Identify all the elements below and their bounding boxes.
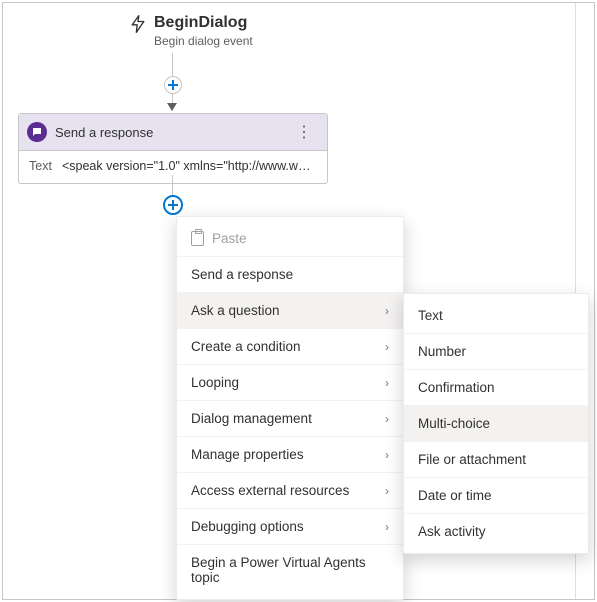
chevron-right-icon: ›: [385, 520, 389, 534]
submenu-item-multi-choice[interactable]: Multi-choice: [404, 406, 588, 442]
canvas-frame: BeginDialog Begin dialog event Send a re…: [2, 2, 595, 600]
node-more-button[interactable]: ⋮: [290, 120, 319, 144]
chevron-right-icon: ›: [385, 448, 389, 462]
menu-item-label: Looping: [191, 375, 239, 390]
arrow-icon: [167, 103, 177, 111]
add-node-button[interactable]: [164, 76, 182, 94]
paste-icon: [191, 231, 204, 246]
submenu-item-number[interactable]: Number: [404, 334, 588, 370]
plus-icon: [168, 80, 178, 90]
menu-item-label: Create a condition: [191, 339, 301, 354]
submenu-item-date-or-time[interactable]: Date or time: [404, 478, 588, 514]
submenu-item-file-or-attachment[interactable]: File or attachment: [404, 442, 588, 478]
menu-item-access-external-resources[interactable]: Access external resources ›: [177, 473, 403, 509]
send-response-node[interactable]: Send a response ⋮ Text <speak version="1…: [18, 113, 328, 184]
menu-item-label: Send a response: [191, 267, 293, 282]
node-body-label: Text: [29, 159, 52, 173]
menu-item-manage-properties[interactable]: Manage properties ›: [177, 437, 403, 473]
submenu-item-text[interactable]: Text: [404, 298, 588, 334]
chevron-right-icon: ›: [385, 304, 389, 318]
menu-item-label: Ask a question: [191, 303, 280, 318]
menu-item-debugging-options[interactable]: Debugging options ›: [177, 509, 403, 545]
lightning-icon: [128, 14, 148, 34]
node-body: Text <speak version="1.0" xmlns="http://…: [19, 151, 327, 183]
chevron-right-icon: ›: [385, 412, 389, 426]
menu-item-looping[interactable]: Looping ›: [177, 365, 403, 401]
node-header: Send a response ⋮: [19, 114, 327, 151]
menu-item-label: Dialog management: [191, 411, 312, 426]
add-node-button-active[interactable]: [163, 195, 183, 215]
menu-item-send-a-response[interactable]: Send a response: [177, 257, 403, 293]
menu-item-create-a-condition[interactable]: Create a condition ›: [177, 329, 403, 365]
menu-item-paste: Paste: [177, 221, 403, 257]
menu-item-ask-a-question[interactable]: Ask a question ›: [177, 293, 403, 329]
chevron-right-icon: ›: [385, 484, 389, 498]
chevron-right-icon: ›: [385, 340, 389, 354]
submenu-item-ask-activity[interactable]: Ask activity: [404, 514, 588, 549]
trigger-title: BeginDialog: [154, 13, 253, 33]
plus-icon: [168, 200, 178, 210]
chevron-right-icon: ›: [385, 376, 389, 390]
node-title: Send a response: [55, 125, 290, 140]
trigger-node[interactable]: BeginDialog Begin dialog event: [128, 13, 253, 48]
action-menu: PasteSend a responseAsk a question›Creat…: [176, 216, 404, 600]
submenu-item-confirmation[interactable]: Confirmation: [404, 370, 588, 406]
menu-item-label: Manage properties: [191, 447, 304, 462]
trigger-subtitle: Begin dialog event: [154, 34, 253, 48]
menu-item-begin-a-power-virtual-agents-topic[interactable]: Begin a Power Virtual Agents topic: [177, 545, 403, 595]
question-submenu: TextNumberConfirmationMulti-choiceFile o…: [403, 293, 589, 554]
menu-item-label: Paste: [212, 231, 247, 246]
menu-item-dialog-management[interactable]: Dialog management ›: [177, 401, 403, 437]
node-body-value: <speak version="1.0" xmlns="http://www.w…: [62, 159, 317, 173]
menu-item-label: Begin a Power Virtual Agents topic: [191, 555, 389, 585]
chat-icon: [27, 122, 47, 142]
menu-item-label: Access external resources: [191, 483, 349, 498]
menu-item-label: Debugging options: [191, 519, 304, 534]
